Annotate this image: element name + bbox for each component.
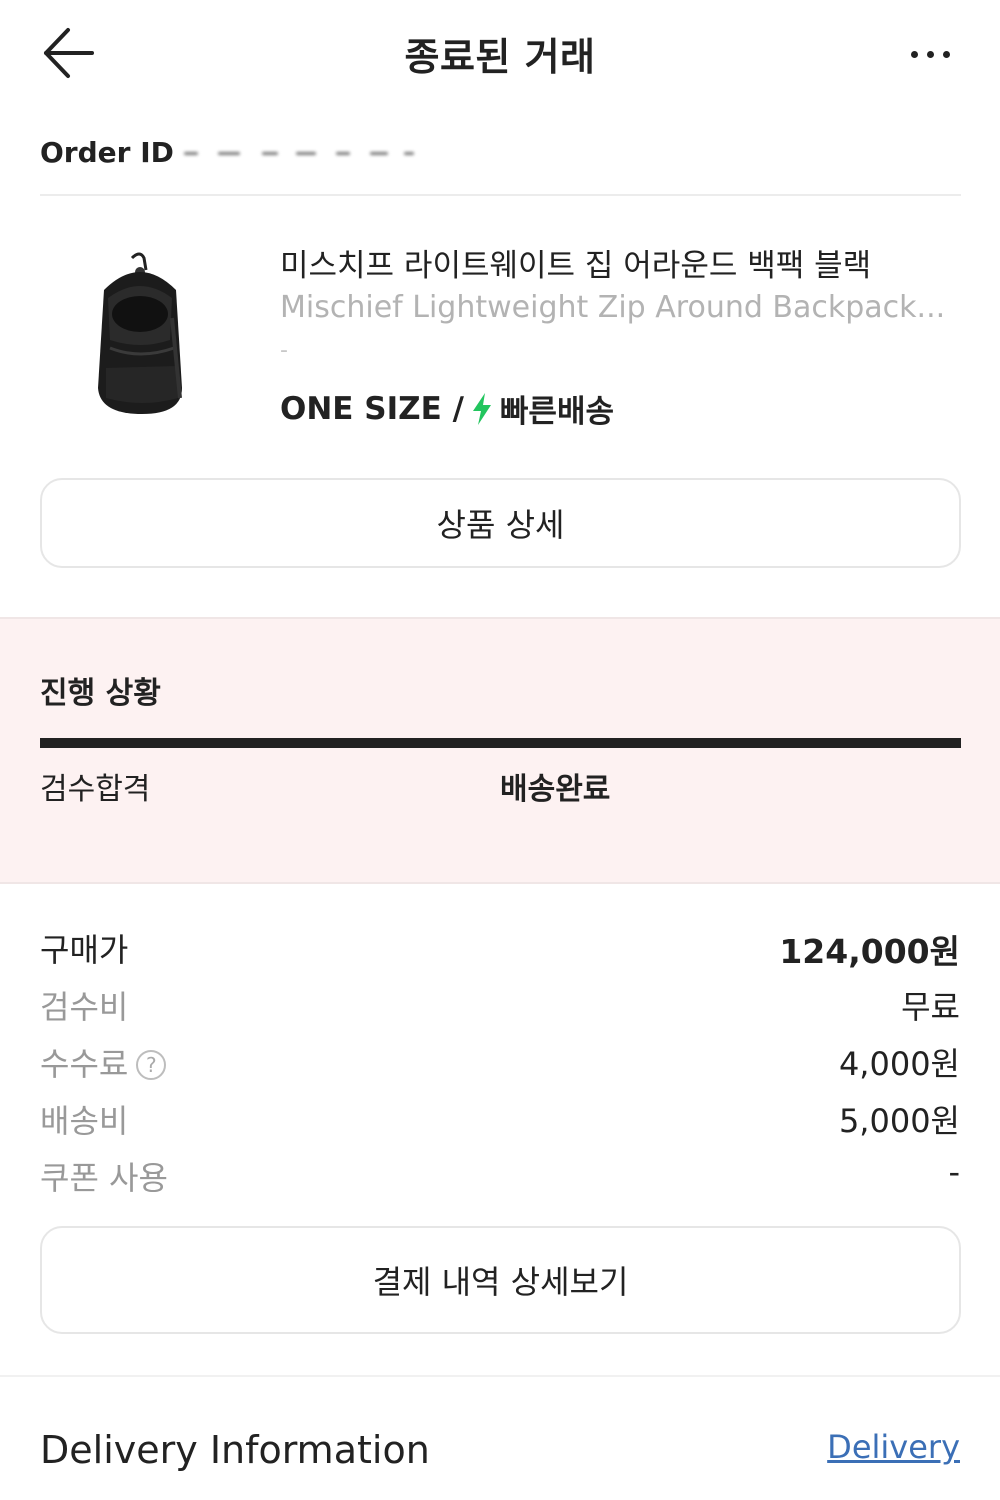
product-detail-button[interactable]: 상품 상세 [40,478,961,568]
help-icon[interactable]: ? [136,1050,167,1080]
product-image[interactable] [82,248,202,428]
progress-step-delivered: 배송완료 [500,772,611,807]
more-options-icon[interactable] [900,34,960,74]
product-option-row: ONE SIZE / 빠른배송 [280,386,614,431]
progress-step-inspection-passed: 검수합격 [40,772,151,807]
price-value-inspection: 무료 [901,988,960,1026]
progress-section [0,617,1000,884]
price-value-purchase: 124,000원 [779,932,960,971]
price-label-fee: 수수료 [40,1045,129,1083]
header: 종료된 거래 [0,0,1000,110]
price-label-purchase: 구매가 [40,931,129,969]
product-option-placeholder: - [280,338,288,363]
shipping-type: 빠른배송 [499,394,614,430]
product-size: ONE SIZE / [280,390,464,427]
price-label-inspection: 검수비 [40,988,129,1026]
price-value-coupon: - [948,1153,960,1191]
delivery-information-title: Delivery Information [40,1428,430,1472]
page-title: 종료된 거래 [404,35,596,79]
payment-details-button[interactable]: 결제 내역 상세보기 [40,1226,961,1334]
price-label-shipping: 배송비 [40,1102,129,1140]
price-value-shipping: 5,000원 [838,1102,960,1140]
product-name-english: Mischief Lightweight Zip Around Backpack… [280,290,946,325]
order-id-redacted [183,146,416,162]
order-id-label: Order ID [40,135,174,169]
divider [0,1375,1000,1377]
progress-bar [40,738,961,748]
product-name-korean[interactable]: 미스치프 라이트웨이트 집 어라운드 백팩 블랙 [280,240,871,285]
order-id-row: Order ID [40,132,416,172]
divider [40,194,961,196]
delivery-link[interactable]: Delivery [827,1428,960,1466]
price-label-coupon: 쿠폰 사용 [40,1159,168,1197]
price-label-fee-row: 수수료? [40,1039,167,1085]
progress-title: 진행 상황 [40,676,161,711]
price-value-fee: 4,000원 [838,1045,960,1083]
lightning-bolt-icon [470,392,494,426]
